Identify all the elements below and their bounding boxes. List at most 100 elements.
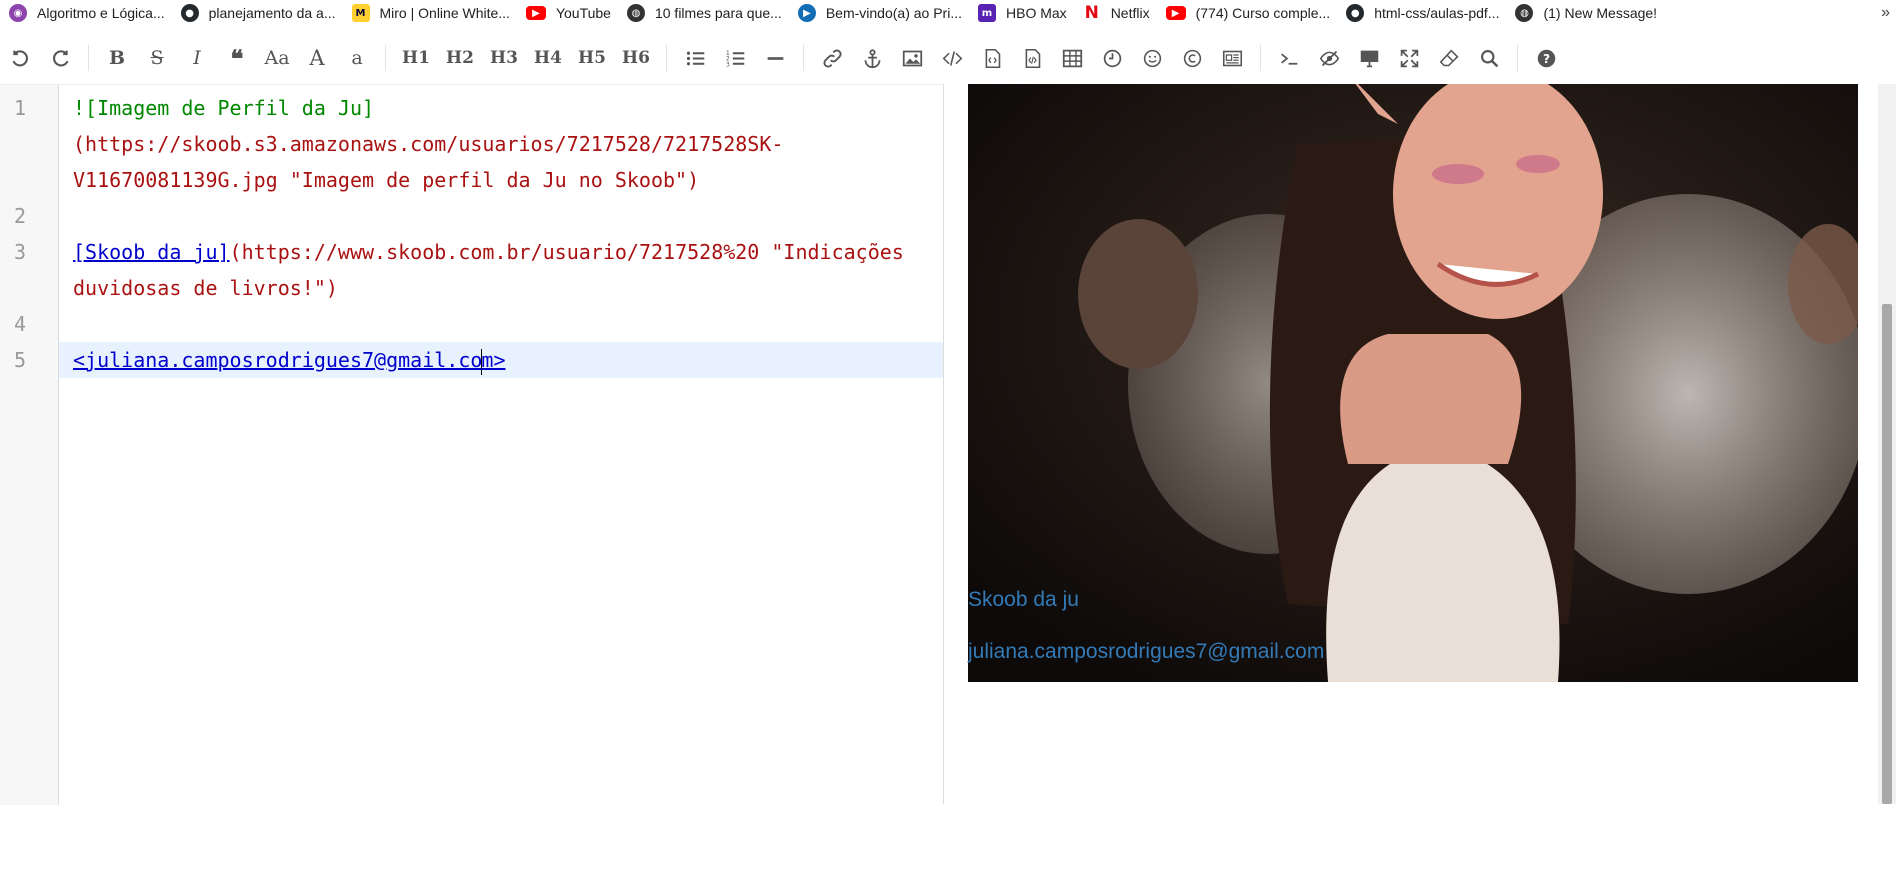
toolbar-separator bbox=[666, 45, 667, 71]
terminal-icon[interactable] bbox=[1269, 43, 1309, 73]
html-entity-icon[interactable] bbox=[1212, 43, 1252, 73]
eraser-icon[interactable] bbox=[1429, 43, 1469, 73]
italic-button[interactable]: I bbox=[177, 43, 217, 73]
preview-email-link[interactable]: juliana.camposrodrigues7@gmail.com bbox=[968, 640, 1324, 664]
redo-icon[interactable] bbox=[40, 43, 80, 73]
code-line-3b[interactable]: duvidosas de livros!") bbox=[59, 270, 944, 306]
youtube-icon: ▶ bbox=[1165, 6, 1186, 20]
line-number: 5 bbox=[13, 348, 27, 372]
code-icon[interactable] bbox=[932, 43, 972, 73]
bonsai-logo-icon: ◉ bbox=[9, 4, 27, 22]
emoji-icon[interactable] bbox=[1132, 43, 1172, 73]
bookmark-label: planejamento da a... bbox=[208, 5, 336, 21]
bookmark-2[interactable]: M Miro | Online White... bbox=[343, 0, 517, 26]
uppercase-button[interactable]: A bbox=[297, 43, 337, 73]
copyright-icon[interactable] bbox=[1172, 43, 1212, 73]
github-icon: ● bbox=[180, 4, 199, 22]
undo-icon[interactable] bbox=[0, 43, 40, 73]
hbo-max-icon: m bbox=[978, 4, 996, 22]
toolbar-separator bbox=[385, 45, 386, 71]
h1-button[interactable]: H1 bbox=[394, 43, 438, 73]
code-email-part2: m> bbox=[481, 348, 506, 372]
toolbar-separator bbox=[88, 45, 89, 71]
bookmark-label: HBO Max bbox=[1006, 5, 1067, 21]
h3-button[interactable]: H3 bbox=[482, 43, 526, 73]
toolbar-separator bbox=[1517, 45, 1518, 71]
toolbar-separator bbox=[803, 45, 804, 71]
line-number: 2 bbox=[13, 204, 27, 228]
bookmark-label: (1) New Message! bbox=[1543, 5, 1658, 21]
markdown-preview: Skoob da ju juliana.camposrodrigues7@gma… bbox=[944, 84, 1888, 804]
bookmark-3[interactable]: ▶ YouTube bbox=[517, 0, 618, 26]
bookmark-label: Miro | Online White... bbox=[379, 5, 510, 21]
quote-icon[interactable]: ❝ bbox=[217, 43, 257, 73]
bookmark-label: 10 filmes para que... bbox=[654, 5, 782, 21]
bookmark-label: YouTube bbox=[555, 5, 611, 21]
bullet-list-icon[interactable] bbox=[675, 43, 715, 73]
h6-button[interactable]: H6 bbox=[614, 43, 658, 73]
desktop-icon[interactable] bbox=[1349, 43, 1389, 73]
link-icon[interactable] bbox=[812, 43, 852, 73]
toolbar-separator bbox=[1260, 45, 1261, 71]
anchor-icon[interactable] bbox=[852, 43, 892, 73]
scrollbar-thumb[interactable] bbox=[1882, 304, 1892, 804]
bookmark-label: (774) Curso comple... bbox=[1195, 5, 1331, 21]
code-line-5-active[interactable]: <juliana.camposrodrigues7@gmail.com> bbox=[59, 342, 944, 378]
h5-button[interactable]: H5 bbox=[570, 43, 614, 73]
code-line-1b[interactable]: (https://skoob.s3.amazonaws.com/usuarios… bbox=[59, 126, 944, 162]
search-icon[interactable] bbox=[1469, 43, 1509, 73]
code-line-3[interactable]: [Skoob da ju](https://www.skoob.com.br/u… bbox=[59, 234, 944, 270]
code-block-icon[interactable] bbox=[1012, 43, 1052, 73]
bookmark-7[interactable]: N Netflix bbox=[1074, 0, 1157, 26]
bookmark-label: Bem-vindo(a) ao Pri... bbox=[825, 5, 962, 21]
clock-icon[interactable] bbox=[1092, 43, 1132, 73]
bookmarks-bar: ◉ Algoritmo e Lógica... ● planejamento da … bbox=[0, 0, 1896, 26]
github-icon: ● bbox=[1346, 4, 1365, 22]
horizontal-rule-icon[interactable] bbox=[755, 43, 795, 73]
prime-video-icon: ▶ bbox=[797, 4, 816, 22]
code-link-url: (https://www.skoob.com.br/usuario/721752… bbox=[229, 240, 904, 264]
code-link-text: [Skoob da ju] bbox=[73, 240, 230, 264]
profile-photo-illustration bbox=[968, 84, 1868, 682]
bookmark-label: Netflix bbox=[1110, 5, 1150, 21]
line-number: 4 bbox=[13, 312, 27, 336]
lowercase-button[interactable]: a bbox=[337, 43, 377, 73]
strikethrough-button[interactable]: S bbox=[137, 43, 177, 73]
eye-slash-icon[interactable] bbox=[1309, 43, 1349, 73]
youtube-icon: ▶ bbox=[525, 6, 546, 20]
image-icon[interactable] bbox=[892, 43, 932, 73]
bold-button[interactable]: B bbox=[97, 43, 137, 73]
line-number: 3 bbox=[13, 240, 27, 264]
globe-icon: ◍ bbox=[626, 4, 645, 22]
bookmark-1[interactable]: ● planejamento da a... bbox=[172, 0, 343, 26]
h2-button[interactable]: H2 bbox=[438, 43, 482, 73]
line-number: 1 bbox=[13, 96, 27, 120]
code-file-icon[interactable] bbox=[972, 43, 1012, 73]
code-line-1a[interactable]: ![Imagem de Perfil da Ju] bbox=[59, 90, 944, 126]
bookmark-0[interactable]: ◉ Algoritmo e Lógica... bbox=[0, 0, 172, 26]
bookmark-8[interactable]: ▶ (774) Curso comple... bbox=[1157, 0, 1338, 26]
case-button[interactable]: Aa bbox=[257, 43, 297, 73]
preview-scrollbar[interactable] bbox=[1878, 84, 1896, 804]
numbered-list-icon[interactable]: 123 bbox=[715, 43, 755, 73]
bookmark-10[interactable]: ◍ (1) New Message! bbox=[1506, 0, 1664, 26]
netflix-icon: N bbox=[1084, 3, 1099, 23]
bookmark-5[interactable]: ▶ Bem-vindo(a) ao Pri... bbox=[789, 0, 969, 26]
editor-toolbar: B S I ❝ Aa A a H1 H2 H3 H4 H5 H6 123 ? bbox=[0, 38, 1896, 78]
h4-button[interactable]: H4 bbox=[526, 43, 570, 73]
profile-image bbox=[968, 84, 1868, 682]
svg-text:?: ? bbox=[1542, 51, 1549, 65]
bookmark-6[interactable]: m HBO Max bbox=[969, 0, 1074, 26]
bookmark-9[interactable]: ● html-css/aulas-pdf... bbox=[1337, 0, 1506, 26]
bookmarks-overflow-button[interactable]: » bbox=[1881, 0, 1890, 26]
code-email-part1: <juliana.camposrodrigues7@gmail.co bbox=[73, 348, 483, 372]
code-line-1c[interactable]: V11670081139G.jpg "Imagem de perfil da J… bbox=[59, 162, 944, 198]
line-number-gutter: 1 2 3 4 5 bbox=[0, 85, 59, 805]
help-icon[interactable]: ? bbox=[1526, 43, 1566, 73]
bookmark-4[interactable]: ◍ 10 filmes para que... bbox=[618, 0, 789, 26]
table-icon[interactable] bbox=[1052, 43, 1092, 73]
markdown-editor[interactable]: 1 2 3 4 5 ![Imagem de Perfil da Ju] (htt… bbox=[0, 84, 944, 805]
bookmark-label: Algoritmo e Lógica... bbox=[37, 5, 165, 21]
fullscreen-icon[interactable] bbox=[1389, 43, 1429, 73]
preview-skoob-link[interactable]: Skoob da ju bbox=[968, 588, 1079, 612]
